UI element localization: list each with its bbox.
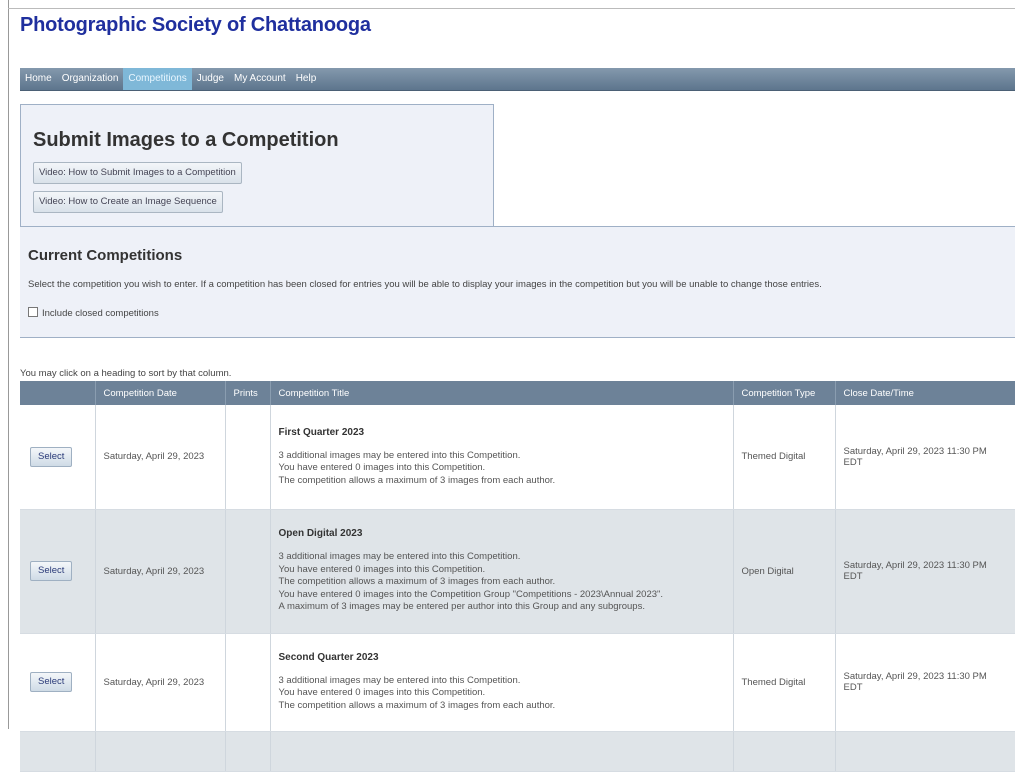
include-closed-label: Include closed competitions [42, 308, 159, 319]
prints-cell [225, 633, 271, 732]
empty-cell [270, 731, 734, 772]
empty-cell [95, 731, 226, 772]
competition-info-line: 3 additional images may be entered into … [278, 551, 521, 563]
competition-info-line: The competition allows a maximum of 3 im… [278, 699, 556, 711]
site-title: Photographic Society of Chattanooga [20, 14, 371, 36]
submit-panel-title: Submit Images to a Competition [33, 129, 339, 151]
header-competition-title[interactable]: Competition Title [270, 381, 734, 405]
competition-info-line: The competition allows a maximum of 3 im… [278, 576, 556, 588]
competition-type: Themed Digital [733, 405, 836, 510]
competitions-table: Competition Date Prints Competition Titl… [20, 381, 1015, 772]
select-cell: Select [20, 405, 96, 510]
nav-competitions[interactable]: Competitions [123, 68, 192, 90]
competition-title: First Quarter 2023 [278, 426, 365, 438]
competition-title-cell: Second Quarter 2023 3 additional images … [270, 633, 734, 732]
competition-title-cell: Open Digital 2023 3 additional images ma… [270, 509, 734, 634]
header-close-date[interactable]: Close Date/Time [835, 381, 1015, 405]
current-competitions-title: Current Competitions [28, 247, 183, 264]
competition-info-line: You have entered 0 images into this Comp… [278, 687, 486, 699]
prints-cell [225, 509, 271, 634]
table-header-row: Competition Date Prints Competition Titl… [20, 381, 1015, 405]
select-button[interactable]: Select [30, 561, 73, 581]
table-row: Select Saturday, April 29, 2023 First Qu… [20, 405, 1015, 510]
nav-my-account[interactable]: My Account [229, 68, 291, 90]
header-prints[interactable]: Prints [225, 381, 271, 405]
table-row [20, 731, 1015, 772]
competition-info-line: A maximum of 3 images may be entered per… [278, 601, 645, 613]
sort-hint: You may click on a heading to sort by th… [20, 368, 232, 379]
video-submit-images-button[interactable]: Video: How to Submit Images to a Competi… [33, 162, 242, 184]
close-date-time: Saturday, April 29, 2023 11:30 PM EDT [835, 405, 1015, 510]
empty-cell [835, 731, 1015, 772]
table-row: Select Saturday, April 29, 2023 Second Q… [20, 633, 1015, 732]
competition-info-line: 3 additional images may be entered into … [278, 449, 521, 461]
page-border-left [8, 0, 9, 729]
nav-judge[interactable]: Judge [192, 68, 229, 90]
close-date-time: Saturday, April 29, 2023 11:30 PM EDT [835, 633, 1015, 732]
empty-cell [733, 731, 836, 772]
competition-info-line: You have entered 0 images into the Compe… [278, 588, 664, 600]
close-date-time: Saturday, April 29, 2023 11:30 PM EDT [835, 509, 1015, 634]
competition-date: Saturday, April 29, 2023 [95, 405, 226, 510]
competition-info-line: The competition allows a maximum of 3 im… [278, 474, 556, 486]
prints-cell [225, 405, 271, 510]
table-row: Select Saturday, April 29, 2023 Open Dig… [20, 509, 1015, 634]
competition-type: Themed Digital [733, 633, 836, 732]
select-cell: Select [20, 633, 96, 732]
main-nav: Home Organization Competitions Judge My … [20, 68, 1015, 91]
competition-title: Open Digital 2023 [278, 528, 363, 540]
current-competitions-panel: Current Competitions Select the competit… [20, 226, 1015, 338]
competition-info-line: You have entered 0 images into this Comp… [278, 462, 486, 473]
competition-date: Saturday, April 29, 2023 [95, 633, 226, 732]
page-border-top [8, 8, 1015, 9]
select-button[interactable]: Select [30, 446, 73, 467]
competition-date: Saturday, April 29, 2023 [95, 509, 226, 634]
header-competition-type[interactable]: Competition Type [733, 381, 836, 405]
nav-organization[interactable]: Organization [57, 68, 124, 90]
competition-info-line: You have entered 0 images into this Comp… [278, 563, 486, 575]
competition-type: Open Digital [733, 509, 836, 634]
select-button[interactable]: Select [30, 672, 73, 692]
current-competitions-description: Select the competition you wish to enter… [28, 279, 822, 290]
header-competition-date[interactable]: Competition Date [95, 381, 226, 405]
include-closed-checkbox[interactable] [28, 307, 38, 317]
competition-title: Second Quarter 2023 [278, 651, 379, 663]
submit-images-panel: Submit Images to a Competition Video: Ho… [20, 104, 494, 227]
competition-info-line: 3 additional images may be entered into … [278, 674, 521, 686]
select-cell: Select [20, 509, 96, 634]
empty-cell [225, 731, 271, 772]
include-closed-toggle[interactable]: Include closed competitions [28, 307, 159, 319]
empty-cell [20, 731, 96, 772]
nav-help[interactable]: Help [291, 68, 322, 90]
nav-home[interactable]: Home [20, 68, 57, 90]
video-image-sequence-button[interactable]: Video: How to Create an Image Sequence [33, 191, 223, 213]
competition-title-cell: First Quarter 2023 3 additional images m… [270, 405, 734, 510]
header-blank [20, 381, 96, 405]
